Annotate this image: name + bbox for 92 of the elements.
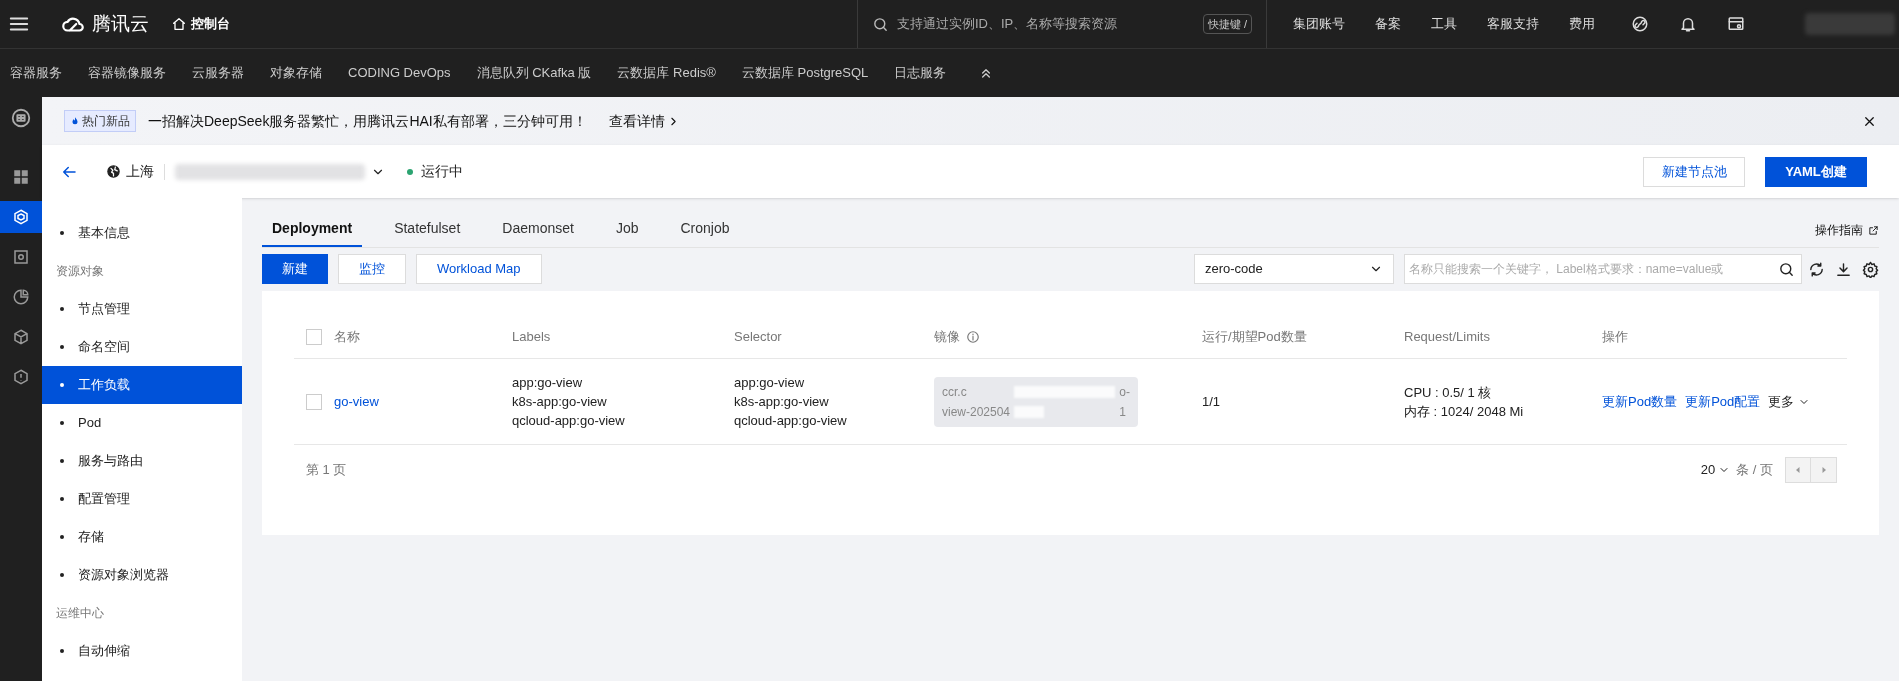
banner-text: 一招解决DeepSeek服务器繁忙，用腾讯云HAI私有部署，三分钟可用！ xyxy=(148,111,587,131)
column-header: 操作 xyxy=(1602,327,1628,346)
region-label: 上海 xyxy=(126,162,154,181)
top-nav-link[interactable]: 客服支持 xyxy=(1487,14,1539,34)
toolbar-button[interactable]: 新建 xyxy=(262,254,328,284)
sidebar-item[interactable]: 自动伸缩 xyxy=(42,632,242,670)
panel-icon[interactable] xyxy=(1727,15,1745,33)
guide-link[interactable]: 操作指南 xyxy=(1815,221,1879,239)
header-button[interactable]: 新建节点池 xyxy=(1643,156,1745,187)
tab[interactable]: Daemonset xyxy=(492,218,584,247)
sidebar-section-title: 资源对象 xyxy=(55,263,105,280)
table-cell-text: 1/1 xyxy=(1202,392,1222,411)
image-tag: ccr.c o- view-202504 1 xyxy=(934,376,1138,427)
checkbox[interactable] xyxy=(306,328,322,345)
page-size-unit: 条 / 页 xyxy=(1736,461,1773,480)
product-nav-link[interactable]: 容器镜像服务 xyxy=(88,63,166,83)
sidebar-item[interactable]: 存储 xyxy=(42,518,242,556)
refresh-icon[interactable] xyxy=(1808,260,1825,278)
table-cell-text: k8s-app:go-view xyxy=(512,393,608,411)
table-cell-text: app:go-view xyxy=(734,374,806,392)
top-nav-link[interactable]: 工具 xyxy=(1431,14,1457,34)
grid-icon xyxy=(12,168,30,186)
search-icon xyxy=(1778,260,1795,278)
product-nav-link[interactable]: CODING DevOps xyxy=(348,63,451,83)
console-link[interactable]: 控制台 xyxy=(171,14,230,34)
sidebar-item[interactable]: 服务与路由 xyxy=(42,442,242,480)
action-link[interactable]: 更新Pod数量 xyxy=(1602,391,1678,412)
tab[interactable]: Job xyxy=(605,218,649,247)
sidebar-item[interactable]: 工作负载 xyxy=(42,366,242,404)
details-link[interactable]: 查看详情 xyxy=(608,110,680,132)
column-header: Labels xyxy=(512,327,551,346)
sidebar-item[interactable]: Pod xyxy=(42,404,242,442)
link-icon[interactable] xyxy=(1631,15,1649,33)
column-header: 名称 xyxy=(334,327,360,346)
column-header: 镜像 xyxy=(934,327,960,346)
bell-icon[interactable] xyxy=(1679,15,1697,33)
sidebar-item[interactable]: 基本信息 xyxy=(42,214,242,252)
hexagon-alert-icon xyxy=(12,368,30,386)
rail-button[interactable] xyxy=(0,201,42,233)
workload-link[interactable]: go-view xyxy=(334,391,379,412)
home-icon xyxy=(171,16,187,32)
status-text: 运行中 xyxy=(421,162,463,181)
search-icon xyxy=(872,15,889,33)
top-nav-link[interactable]: 备案 xyxy=(1375,14,1401,34)
shortcut-badge: 快捷键 / xyxy=(1202,13,1252,35)
tab[interactable]: Deployment xyxy=(262,218,363,247)
product-nav-link[interactable]: 对象存储 xyxy=(270,63,322,83)
product-nav-link[interactable]: 消息队列 CKafka 版 xyxy=(476,63,592,83)
top-nav-link[interactable]: 费用 xyxy=(1569,14,1595,34)
square-icon xyxy=(12,248,30,266)
sidebar-item[interactable]: 命名空间 xyxy=(42,328,242,366)
sidebar-item[interactable]: 资源对象浏览器 xyxy=(42,556,242,594)
product-nav-link[interactable]: 云数据库 PostgreSQL xyxy=(741,63,869,83)
toolbar-button[interactable]: Workload Map xyxy=(416,254,542,284)
table-cell-text: k8s-app:go-view xyxy=(734,393,830,411)
sidebar-item[interactable]: 配置管理 xyxy=(42,480,242,518)
cube-icon xyxy=(12,328,30,346)
info-icon[interactable] xyxy=(966,329,980,344)
table-cell-text: qcloud-app:go-view xyxy=(734,412,848,430)
product-nav-link[interactable]: 容器服务 xyxy=(10,63,62,83)
tab[interactable]: Statefulset xyxy=(384,218,471,247)
column-header: 运行/期望Pod数量 xyxy=(1202,327,1307,346)
column-header: Request/Limits xyxy=(1404,327,1490,346)
cloud-product-icon[interactable] xyxy=(10,107,32,129)
header-button[interactable]: YAML创建 xyxy=(1765,156,1867,187)
checkbox[interactable] xyxy=(306,393,322,410)
table-cell-text: qcloud-app:go-view xyxy=(512,412,626,430)
globe-icon xyxy=(106,164,121,179)
sidebar-section-title: 运维中心 xyxy=(55,605,105,622)
product-nav-link[interactable]: 云服务器 xyxy=(192,63,244,83)
settings-icon[interactable] xyxy=(1862,260,1879,278)
toolbar-button[interactable]: 监控 xyxy=(338,254,406,284)
table-cell-text: CPU : 0.5/ 1 核 xyxy=(1404,383,1493,402)
namespace-select[interactable]: zero-code xyxy=(1194,254,1394,284)
product-nav-link[interactable]: 云数据库 Redis® xyxy=(617,63,716,83)
page-size-select[interactable]: 20 xyxy=(1700,460,1731,480)
table-cell-text: app:go-view xyxy=(512,374,584,392)
more-dropdown[interactable]: 更多 xyxy=(1768,391,1811,412)
hexagon-icon xyxy=(12,208,30,226)
tab[interactable]: Cronjob xyxy=(670,218,740,247)
hot-badge: 热门新品 xyxy=(64,110,136,132)
action-link[interactable]: 更新Pod配置 xyxy=(1685,391,1761,412)
download-icon[interactable] xyxy=(1835,260,1852,278)
product-nav-link[interactable]: 日志服务 xyxy=(894,63,947,83)
external-link-icon xyxy=(1868,224,1879,236)
pie-chart-icon xyxy=(12,288,30,306)
table-cell-text: 内存 : 1024/ 2048 Mi xyxy=(1404,402,1525,421)
page-label: 第 1 页 xyxy=(305,461,347,480)
sidebar-item[interactable]: 节点管理 xyxy=(42,290,242,328)
column-header: Selector xyxy=(734,327,782,346)
logo-text[interactable]: 腾讯云 xyxy=(92,9,149,39)
top-nav-link[interactable]: 集团账号 xyxy=(1293,14,1345,34)
